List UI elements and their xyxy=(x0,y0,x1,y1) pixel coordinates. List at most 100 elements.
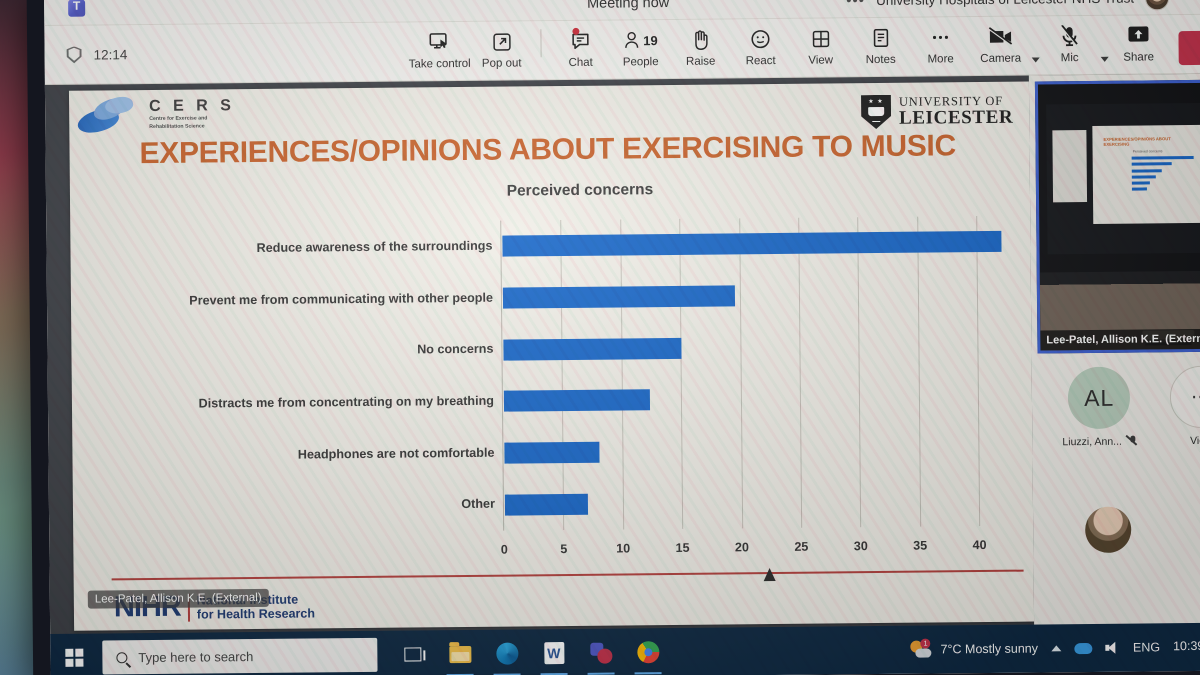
chart-title: Perceived concerns xyxy=(506,181,654,200)
windows-start-icon[interactable] xyxy=(50,634,98,675)
share-icon xyxy=(1126,23,1150,47)
mic-group: Mic xyxy=(1039,24,1109,67)
file-explorer-button[interactable] xyxy=(436,630,483,675)
speaker-name-label: Lee-Patel, Allison K.E. (External xyxy=(1040,328,1200,351)
word-icon: W xyxy=(543,642,564,665)
react-label: React xyxy=(745,54,776,68)
mouse-cursor xyxy=(763,568,776,582)
weather-widget[interactable]: 1 7°C Mostly sunny xyxy=(910,638,1038,658)
org-name: University Hospitals of Leicester NHS Tr… xyxy=(876,0,1134,8)
take-control-icon xyxy=(428,30,450,54)
avatar: AL xyxy=(1067,366,1131,430)
org-area: ••• University Hospitals of Leicester NH… xyxy=(846,0,1200,13)
chat-unread-badge xyxy=(572,27,580,35)
participant-tile-view-more[interactable]: ⋯ View xyxy=(1169,365,1200,448)
google-chrome-button[interactable] xyxy=(624,628,671,675)
chart-x-tick-label: 30 xyxy=(853,539,868,554)
mini-side-window xyxy=(1052,130,1088,203)
share-button[interactable]: Share xyxy=(1108,23,1168,66)
pop-out-label: Pop out xyxy=(481,57,522,70)
search-icon xyxy=(116,651,128,663)
mini-bar xyxy=(1131,156,1194,160)
mini-bar xyxy=(1131,162,1172,166)
shared-slide[interactable]: C E R S Centre for Exercise and Rehabili… xyxy=(68,81,1035,631)
camera-label: Camera xyxy=(980,52,1022,66)
clock[interactable]: 10:39 xyxy=(1173,639,1200,655)
chart-x-tick-label: 20 xyxy=(734,540,749,555)
notes-button[interactable]: Notes xyxy=(850,26,910,69)
chart-bar xyxy=(503,337,682,361)
toolbar-divider xyxy=(540,29,542,58)
chart-x-tick-label: 25 xyxy=(794,539,809,554)
chat-icon xyxy=(569,27,591,53)
onedrive-icon[interactable] xyxy=(1073,642,1093,654)
participant-name: Liuzzi, Ann... xyxy=(1062,435,1122,449)
monitor-screen: Meeting now ••• University Hospitals of … xyxy=(44,0,1200,675)
mini-bar xyxy=(1131,175,1156,179)
mic-off-icon xyxy=(1059,24,1079,48)
mini-slide-subtitle: Perceived concerns xyxy=(1132,149,1163,154)
leave-call-button[interactable] xyxy=(1178,30,1200,66)
mini-bar xyxy=(1131,187,1147,191)
react-button[interactable]: React xyxy=(730,27,790,70)
nihr-line2: for Health Research xyxy=(196,605,316,622)
chart-category-label: Distracts me from concentrating on my br… xyxy=(198,393,495,411)
people-button[interactable]: 19 People xyxy=(610,28,670,71)
raise-hand-button[interactable]: Raise xyxy=(670,27,730,70)
shield-icon xyxy=(67,46,82,63)
camera-chevron-down-icon[interactable] xyxy=(1031,57,1040,63)
mini-bar xyxy=(1131,181,1150,185)
chart-gridline xyxy=(798,217,803,528)
mini-bar xyxy=(1131,168,1162,173)
camera-button[interactable]: Camera xyxy=(970,25,1030,68)
active-speaker-tile[interactable]: EXPERIENCES/OPINIONS ABOUT EXERCISING Pe… xyxy=(1034,79,1200,354)
chat-button[interactable]: Chat xyxy=(550,27,610,72)
task-view-button[interactable] xyxy=(389,630,436,675)
mic-chevron-down-icon[interactable] xyxy=(1100,56,1109,62)
chart-bar xyxy=(502,231,1002,257)
weather-badge: 1 xyxy=(920,638,931,649)
chart-x-tick-label: 10 xyxy=(616,541,631,556)
slide-title: EXPERIENCES/OPINIONS ABOUT EXERCISING TO… xyxy=(139,129,957,171)
chart-gridline xyxy=(620,219,624,530)
chart-x-tick-label: 0 xyxy=(500,542,508,557)
more-button[interactable]: More xyxy=(910,25,970,68)
folder-icon xyxy=(448,645,471,663)
mic-off-icon xyxy=(1128,436,1137,448)
chart-gridline xyxy=(917,216,922,527)
people-icon: 19 xyxy=(623,28,658,52)
take-control-label: Take control xyxy=(408,57,471,71)
participant-tile-liuzzi[interactable]: AL Liuzzi, Ann... xyxy=(1062,366,1137,449)
chat-label: Chat xyxy=(568,56,593,69)
show-hidden-icons-chevron-up-icon[interactable] xyxy=(1050,645,1062,652)
presenter-name-overlay: Lee-Patel, Allison K.E. (External) xyxy=(87,588,269,609)
take-control-button[interactable]: Take control xyxy=(407,30,471,73)
avatar[interactable] xyxy=(1144,0,1170,10)
view-more-label: View xyxy=(1190,434,1200,448)
mic-button[interactable]: Mic xyxy=(1039,24,1099,67)
language-indicator[interactable]: ENG xyxy=(1133,640,1160,654)
more-ellipsis-icon[interactable]: ••• xyxy=(846,0,865,9)
camera-group: Camera xyxy=(970,24,1040,68)
participant-tile-photo[interactable] xyxy=(1084,506,1132,554)
chart-gridline xyxy=(976,216,981,527)
teams-icon xyxy=(590,642,612,664)
meeting-duration: 12:14 xyxy=(93,46,128,63)
chart-plot-area: Reduce awareness of the surroundings Prev… xyxy=(180,215,1004,557)
microsoft-edge-button[interactable] xyxy=(483,629,530,675)
toolbar-items: Take control Pop out Chat 19 People Rais… xyxy=(407,23,1200,73)
search-placeholder: Type here to search xyxy=(138,648,254,665)
chart-category-label: Headphones are not comfortable xyxy=(297,445,495,462)
volume-icon[interactable] xyxy=(1105,641,1120,654)
microsoft-teams-button[interactable] xyxy=(577,628,624,675)
react-smiley-icon xyxy=(749,27,771,51)
search-input[interactable]: Type here to search xyxy=(102,637,378,675)
pop-out-icon xyxy=(491,30,512,54)
mic-label: Mic xyxy=(1060,52,1079,65)
edge-icon xyxy=(495,642,518,665)
pop-out-button[interactable]: Pop out xyxy=(471,29,531,72)
chart-category-label: Prevent me from communicating with other… xyxy=(189,290,494,308)
view-button[interactable]: View xyxy=(790,26,850,69)
chart-bar xyxy=(504,493,589,516)
microsoft-word-button[interactable]: W xyxy=(530,629,577,675)
